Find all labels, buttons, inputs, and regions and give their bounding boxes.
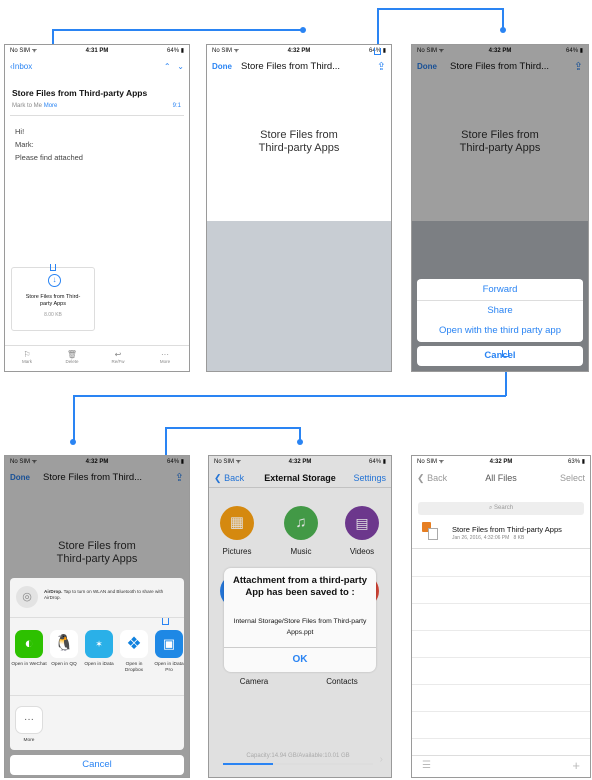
search-input[interactable]: ⌕ Search [418, 502, 584, 515]
ppt-file-icon [422, 522, 440, 544]
app-label: Open in WeChat [11, 662, 47, 667]
empty-rows [412, 550, 590, 750]
app-label: Open in QQ [51, 662, 77, 667]
connector-dot [500, 27, 506, 33]
status-bar: No SIM ᯤ 4:31 PM 64% ▮ [5, 45, 189, 57]
dropbox-icon[interactable]: ❖ [120, 630, 148, 658]
mail-body: Hi! Mark: Please find attached [15, 127, 83, 162]
connector-line [377, 8, 503, 10]
toolbar-refw[interactable]: ↩ Re/Fw [106, 350, 130, 364]
battery-indicator: 64% ▮ [167, 48, 184, 54]
capacity-bar: Capacity:14.94 GB/Available:10.01 GB [223, 753, 373, 769]
connector-dot [70, 439, 76, 445]
share-panel: ◎ AirDrop. Tap to turn on WLAN and Bluet… [10, 578, 184, 750]
airdrop-row[interactable]: ◎ AirDrop. Tap to turn on WLAN and Bluet… [10, 578, 184, 618]
page-title: Store Files from Third... [241, 61, 341, 72]
divider [10, 115, 184, 116]
attachment-size: 8.00 KB [44, 312, 62, 318]
app-label: Open in Dropbox [124, 662, 144, 673]
cancel-button[interactable]: Cancel [417, 346, 583, 366]
mail-toolbar: ⚐ Mark 🗑 Delete ↩ Re/Fw ··· More [5, 345, 189, 371]
app-label: Open in iData Pro [154, 662, 184, 673]
done-button[interactable]: Done [212, 57, 232, 77]
more-icon: ··· [161, 350, 169, 359]
preview-title: Store Files from Third-party Apps [258, 129, 340, 154]
file-meta: Jan 26, 2016, 4:32:06 PM 8 KB [452, 535, 525, 541]
capacity-fill [223, 763, 273, 765]
action-sheet-group: Forward Share Open with the third party … [417, 279, 583, 342]
screen-all-files: No SIM ᯤ 4:32 PM 63% ▮ ❮ Back All Files … [411, 455, 591, 778]
screen-mail: No SIM ᯤ 4:31 PM 64% ▮ ‹Inbox ⌃ ⌄ Store … [4, 44, 190, 372]
forward-button[interactable]: Forward [417, 280, 583, 300]
list-icon[interactable]: ☰ [422, 760, 431, 771]
more-icon[interactable]: ··· [15, 706, 43, 734]
time-label: 4:31 PM [85, 48, 109, 54]
file-row[interactable]: Store Files from Third-party Apps Jan 26… [412, 519, 590, 549]
attachment-card[interactable]: ↓ Store Files from Third-party Apps 8.00… [11, 267, 95, 331]
connector-line [73, 395, 506, 397]
preview-lower-area [207, 221, 391, 371]
toolbar-more[interactable]: ··· More [153, 350, 177, 364]
download-icon: ↓ [48, 274, 61, 287]
tap-marker [162, 618, 169, 625]
open-third-party-button[interactable]: Open with the third party app [417, 321, 583, 341]
nav-arrows: ⌃ ⌄ [164, 57, 184, 77]
screen-share-sheet: No SIM ᯤ 4:32 PM 64% ▮ Done Store Files … [4, 455, 190, 778]
screen-action-sheet: No SIM ᯤ 4:32 PM 64% ▮ Done Store Files … [411, 44, 589, 372]
idata-pro-icon[interactable]: ▣ [155, 630, 183, 658]
chevron-down-icon[interactable]: ⌄ [177, 62, 184, 71]
back-button[interactable]: ‹Inbox [10, 57, 32, 77]
toolbar-mark[interactable]: ⚐ Mark [15, 350, 39, 364]
status-bar: No SIM ᯤ 4:32 PM 64% ▮ [212, 48, 386, 54]
connector-line [73, 395, 75, 441]
share-icon[interactable]: ⇪ [377, 57, 386, 77]
wechat-icon[interactable]: ◐ [15, 630, 43, 658]
nav-bar: ❮ Back All Files Select [412, 468, 590, 488]
nav-bar: ‹Inbox ⌃ ⌄ [5, 57, 189, 77]
reply-icon: ↩ [114, 350, 122, 359]
capacity-text: Capacity:14.94 GB/Available:10.01 GB [246, 753, 350, 759]
tap-marker [50, 264, 56, 271]
connector-dot [300, 27, 306, 33]
more-label: More [23, 738, 35, 743]
status-bar: No SIM ᯤ 4:32 PM 63% ▮ [417, 459, 585, 465]
mail-date: 9:1 [172, 103, 181, 109]
dialog-title: Attachment from a third-party App has be… [232, 575, 368, 598]
nav-bar: Done Store Files from Third... ⇪ [207, 57, 391, 77]
trash-icon: 🗑 [66, 350, 78, 359]
search-icon: ⌕ [488, 505, 493, 511]
airdrop-text: AirDrop. Tap to turn on WLAN and Bluetoo… [44, 589, 164, 600]
airdrop-icon: ◎ [16, 586, 38, 608]
mail-subject: Store Files from Third-party Apps [12, 88, 148, 98]
qq-icon[interactable]: 🐧 [50, 630, 78, 658]
connector-line [52, 29, 303, 31]
share-button[interactable]: Share [417, 301, 583, 321]
flag-icon: ⚐ [23, 350, 31, 359]
tutorial-stage: No SIM ᯤ 4:31 PM 64% ▮ ‹Inbox ⌃ ⌄ Store … [0, 0, 592, 780]
more-link[interactable]: More [44, 103, 58, 109]
toolbar-delete[interactable]: 🗑 Delete [60, 350, 84, 364]
screen-preview: No SIM ᯤ 4:32 PM 64% ▮ Done Store Files … [206, 44, 392, 372]
bottom-toolbar: ☰ + [412, 755, 590, 777]
attachment-name: Store Files from Third-party Apps [25, 294, 81, 307]
tap-marker [374, 48, 381, 55]
dialog-path: Internal Storage/Store Files from Third-… [233, 618, 367, 636]
screen-external-storage: No SIM ᯤ 4:32 PM 64% ▮ ❮ Back External S… [208, 455, 392, 778]
tap-marker [502, 350, 509, 357]
mail-from-line: Mark to Me More [12, 103, 58, 109]
idata-icon[interactable]: ✶ [85, 630, 113, 658]
cancel-button[interactable]: Cancel [10, 755, 184, 775]
connector-dot [297, 439, 303, 445]
saved-dialog: Attachment from a third-party App has be… [224, 568, 376, 672]
select-button[interactable]: Select [560, 468, 585, 488]
chevron-up-icon[interactable]: ⌃ [164, 62, 171, 71]
chevron-right-icon[interactable]: › [380, 754, 383, 765]
add-icon[interactable]: + [572, 758, 580, 773]
connector-line [165, 427, 300, 429]
app-label: Open in iData [84, 662, 114, 667]
file-name: Store Files from Third-party Apps [452, 525, 562, 534]
ok-button[interactable]: OK [224, 648, 376, 672]
